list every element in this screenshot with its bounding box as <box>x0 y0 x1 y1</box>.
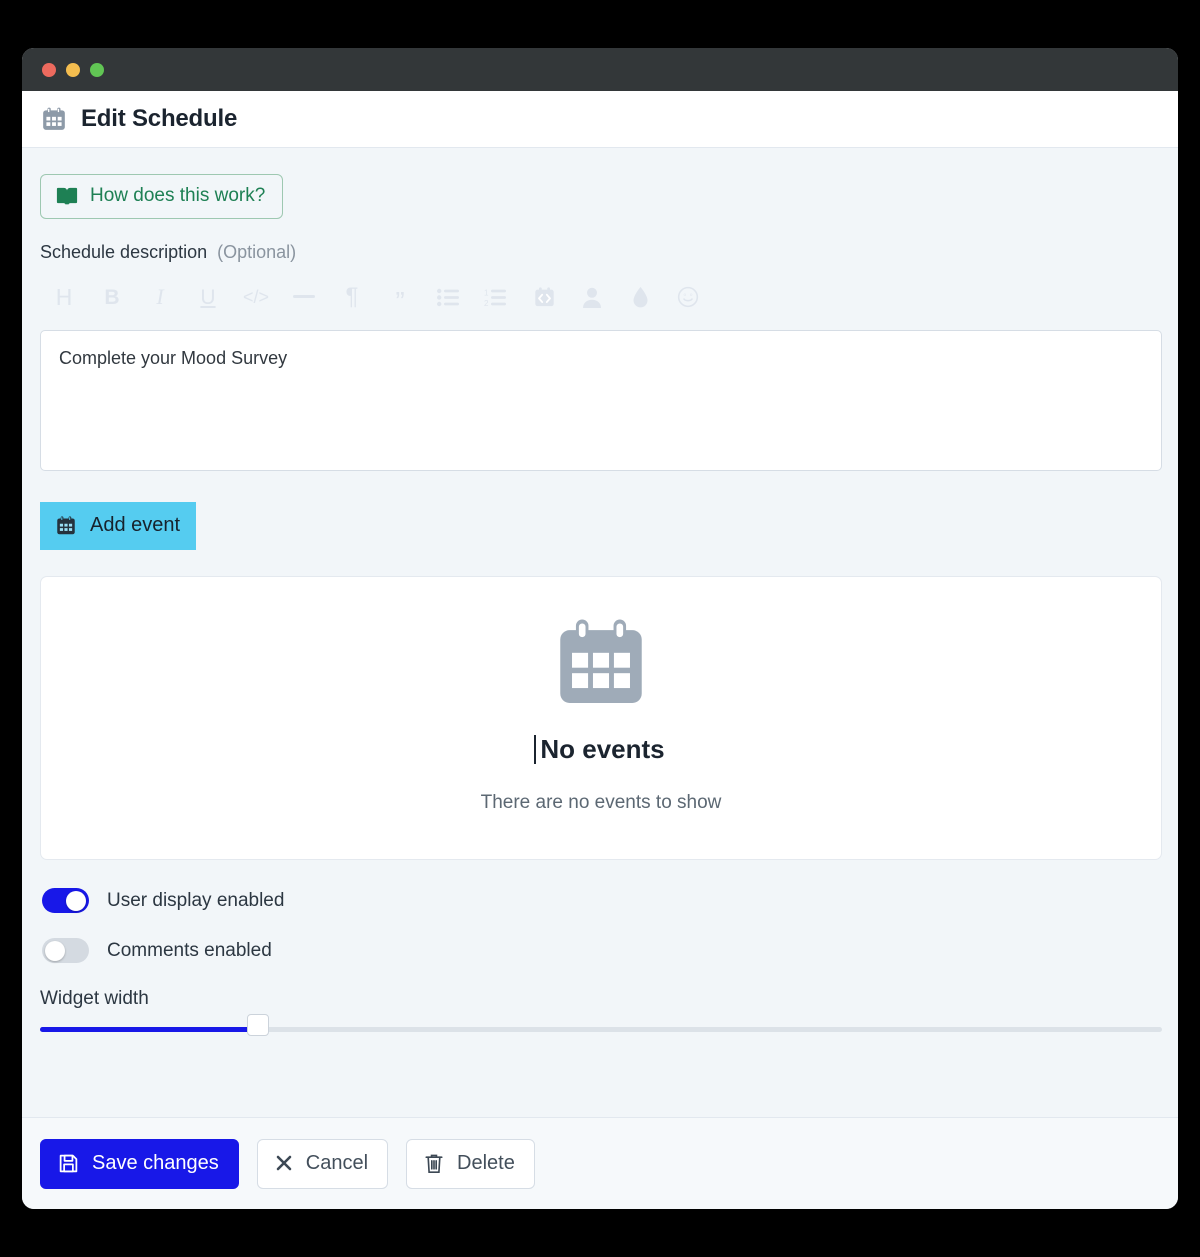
italic-icon[interactable]: I <box>136 279 184 315</box>
person-icon[interactable] <box>568 279 616 315</box>
screenshot-root: Edit Schedule How does this work? Schedu… <box>0 0 1200 1257</box>
media-icon[interactable] <box>520 279 568 315</box>
user-display-label: User display enabled <box>107 889 285 911</box>
app-window: Edit Schedule How does this work? Schedu… <box>22 48 1178 1209</box>
user-display-toggle[interactable] <box>42 888 89 913</box>
schedule-description-input[interactable] <box>40 330 1162 471</box>
numbered-list-icon[interactable]: 1 2 <box>472 279 520 315</box>
calendar-plus-icon <box>55 515 77 536</box>
book-icon <box>56 186 78 206</box>
events-panel: No events There are no events to show <box>40 576 1162 860</box>
comments-toggle-row: Comments enabled <box>40 938 1160 963</box>
toggle-knob <box>45 940 65 961</box>
slider-thumb[interactable] <box>247 1014 269 1036</box>
minimize-window-button[interactable] <box>66 62 80 77</box>
save-icon <box>58 1153 79 1174</box>
bold-icon[interactable]: B <box>88 279 136 315</box>
description-label: Schedule description <box>40 242 208 262</box>
heading-icon[interactable]: H <box>40 279 88 315</box>
widget-width-label: Widget width <box>40 988 149 1009</box>
text-caret <box>534 735 537 764</box>
horizontal-rule-icon[interactable] <box>280 279 328 315</box>
delete-button[interactable]: Delete <box>406 1138 535 1189</box>
save-changes-label: Save changes <box>92 1151 219 1174</box>
quote-icon[interactable]: ” <box>376 279 424 316</box>
maximize-window-button[interactable] <box>90 62 104 77</box>
code-icon[interactable]: </> <box>232 279 280 315</box>
dialog-body: How does this work? Schedule description… <box>22 148 1178 1117</box>
cancel-button[interactable]: Cancel <box>256 1138 389 1189</box>
page-title: Edit Schedule <box>81 105 238 132</box>
delete-label: Delete <box>457 1151 515 1174</box>
paragraph-icon[interactable]: ¶ <box>328 279 376 315</box>
add-event-label: Add event <box>90 514 181 536</box>
comments-toggle[interactable] <box>42 938 89 963</box>
calendar-icon <box>551 616 651 710</box>
how-does-this-work-label: How does this work? <box>90 185 266 206</box>
empty-state-subtitle: There are no events to show <box>480 792 722 813</box>
widget-width-section: Widget width <box>40 988 1162 1036</box>
toggle-knob <box>66 890 86 911</box>
widget-width-slider[interactable] <box>40 1014 1162 1036</box>
cancel-label: Cancel <box>305 1151 369 1174</box>
empty-state-title: No events <box>540 734 665 764</box>
user-display-toggle-row: User display enabled <box>40 888 1160 913</box>
rich-text-toolbar: H B I U </> ¶ ” 1 2 <box>40 278 1160 316</box>
svg-text:2: 2 <box>484 299 489 307</box>
bullet-list-icon[interactable] <box>424 279 472 315</box>
svg-text:1: 1 <box>484 288 489 297</box>
window-titlebar <box>22 48 1178 91</box>
empty-state-title-wrap: No events <box>534 734 665 765</box>
droplet-icon[interactable] <box>616 279 664 315</box>
description-label-row: Schedule description (Optional) <box>40 242 1160 263</box>
how-does-this-work-button[interactable]: How does this work? <box>40 174 284 219</box>
calendar-icon <box>41 106 67 132</box>
description-optional-tag: (Optional) <box>217 242 297 262</box>
save-changes-button[interactable]: Save changes <box>40 1138 239 1189</box>
close-window-button[interactable] <box>42 62 56 77</box>
page-header: Edit Schedule <box>22 91 1178 148</box>
emoji-icon[interactable] <box>664 279 712 315</box>
close-icon <box>275 1154 293 1172</box>
underline-icon[interactable]: U <box>184 279 232 315</box>
comments-label: Comments enabled <box>107 939 272 961</box>
slider-fill <box>40 1027 253 1032</box>
trash-icon <box>424 1153 444 1174</box>
dialog-footer: Save changes Cancel Delete <box>22 1117 1178 1209</box>
add-event-button[interactable]: Add event <box>40 502 197 550</box>
